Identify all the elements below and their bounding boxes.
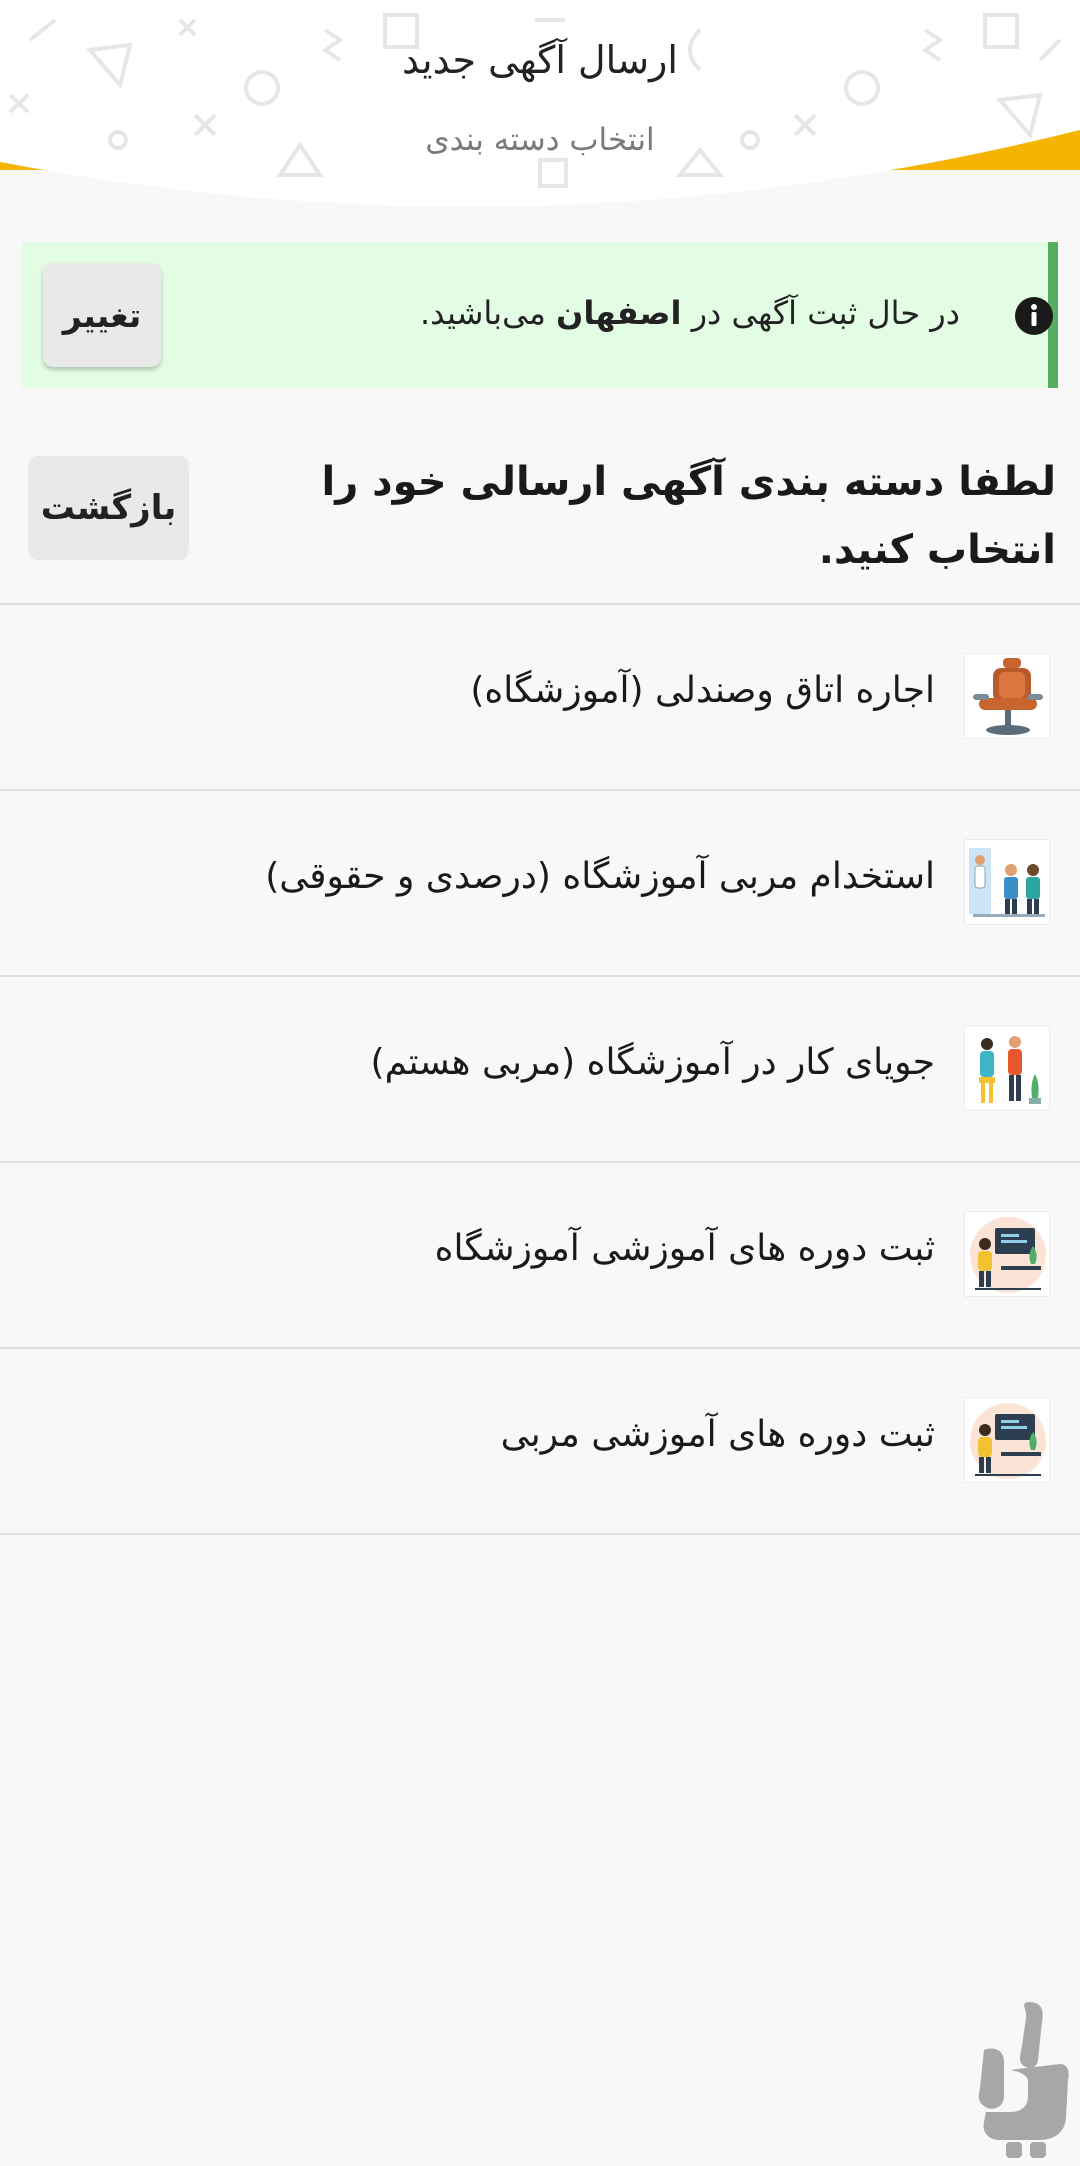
barber-chair-icon [964, 653, 1050, 739]
divider [0, 1533, 1080, 1535]
page-title: ارسال آگهی جدید [402, 38, 678, 82]
category-item-room-chair-rent[interactable]: اجاره اتاق وصندلی (آموزشگاه) [0, 605, 1080, 790]
info-icon [1014, 296, 1054, 340]
category-item-job-seeker[interactable]: جویای کار در آموزشگاه (مربی هستم) [0, 977, 1080, 1162]
store-logo-icon [970, 2000, 1070, 2164]
notice-suffix: می‌باشید. [419, 294, 557, 332]
training-course-icon [964, 1211, 1050, 1297]
category-label: اجاره اتاق وصندلی (آموزشگاه) [470, 670, 935, 711]
trainer-course-icon [964, 1397, 1050, 1483]
category-item-trainer-courses[interactable]: ثبت دوره های آموزشی مربی [0, 1349, 1080, 1534]
app-header: ارسال آگهی جدید انتخاب دسته بندی [0, 0, 1080, 215]
category-item-hire-trainer[interactable]: استخدام مربی آموزشگاه (درصدی و حقوقی) [0, 791, 1080, 976]
notice-prefix: در حال ثبت آگهی در [681, 294, 960, 332]
selected-city: اصفهان [556, 294, 682, 332]
category-label: استخدام مربی آموزشگاه (درصدی و حقوقی) [265, 856, 935, 897]
page-subtitle: انتخاب دسته بندی [425, 122, 655, 158]
category-label: ثبت دوره های آموزشی آموزشگاه [434, 1228, 935, 1269]
job-seeker-icon [964, 1025, 1050, 1111]
category-label: جویای کار در آموزشگاه (مربی هستم) [370, 1042, 935, 1083]
category-label: ثبت دوره های آموزشی مربی [500, 1414, 935, 1455]
header-background [0, 0, 1080, 215]
change-city-button[interactable]: تغییر [43, 263, 161, 367]
hiring-staff-icon [964, 839, 1050, 925]
category-item-school-courses[interactable]: ثبت دوره های آموزشی آموزشگاه [0, 1163, 1080, 1348]
category-prompt: لطفا دسته بندی آگهی ارسالی خود را انتخاب… [321, 459, 1056, 573]
back-button[interactable]: بازگشت [28, 456, 189, 560]
location-notice-text: در حال ثبت آگهی در اصفهان می‌باشید. [420, 294, 960, 332]
